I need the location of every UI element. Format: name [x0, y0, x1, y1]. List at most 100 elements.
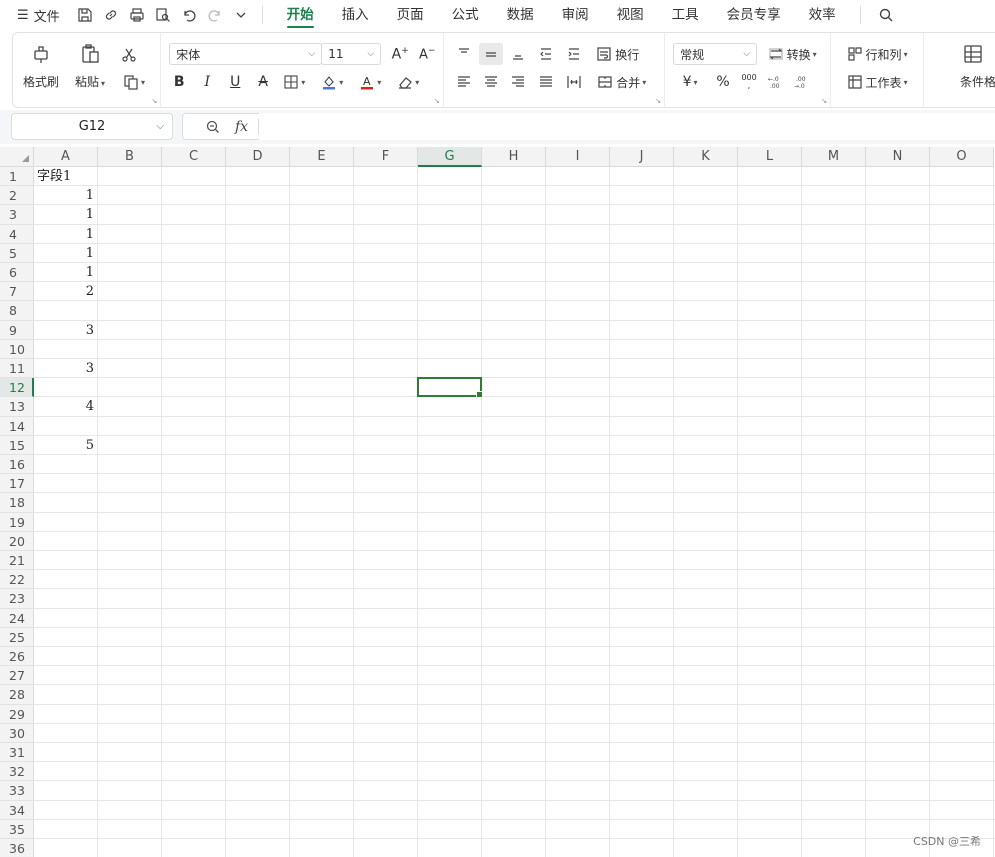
tab-insert[interactable]: 插入 — [328, 0, 383, 30]
distributed-align-button[interactable] — [562, 71, 586, 93]
column-header-f[interactable]: F — [354, 147, 418, 167]
rows-columns-button[interactable]: 行和列 ▾ — [839, 43, 915, 65]
conditional-format-button[interactable]: 条件格式▾ — [932, 43, 995, 90]
currency-button[interactable]: ¥ ▾ — [673, 71, 707, 93]
column-header-n[interactable]: N — [866, 147, 930, 167]
tab-home[interactable]: 开始 — [273, 0, 328, 30]
thousands-separator-button[interactable]: 000, — [737, 71, 761, 93]
row-header-35[interactable]: 35 — [0, 819, 34, 839]
row-header-26[interactable]: 26 — [0, 647, 34, 667]
row-header-18[interactable]: 18 — [0, 493, 34, 513]
borders-button[interactable]: ▾ — [277, 71, 311, 93]
decrease-font-button[interactable]: A− — [414, 43, 440, 65]
tab-view[interactable]: 视图 — [603, 0, 658, 30]
row-header-21[interactable]: 21 — [0, 551, 34, 571]
increase-font-button[interactable]: A+ — [387, 43, 413, 65]
format-painter-button[interactable]: 格式刷 — [23, 43, 59, 90]
font-color-button[interactable]: A ▾ — [353, 71, 387, 93]
cell-a9[interactable]: 3 — [34, 321, 98, 340]
cell-a4[interactable]: 1 — [34, 225, 98, 244]
row-header-12[interactable]: 12 — [0, 378, 34, 398]
row-header-11[interactable]: 11 — [0, 359, 34, 379]
cell-area[interactable]: 字段1 1 1 1 1 1 2 3 3 4 5 — [34, 167, 995, 857]
fill-handle[interactable] — [476, 391, 483, 399]
merge-button[interactable]: 合并 ▾ — [590, 71, 654, 93]
cell-a2[interactable]: 1 — [34, 186, 98, 205]
tab-review[interactable]: 审阅 — [548, 0, 603, 30]
column-header-a[interactable]: A — [34, 147, 98, 167]
align-right-button[interactable] — [506, 71, 530, 93]
row-header-6[interactable]: 6 — [0, 263, 34, 283]
row-header-28[interactable]: 28 — [0, 685, 34, 705]
increase-indent-button[interactable] — [562, 43, 586, 65]
tab-data[interactable]: 数据 — [493, 0, 548, 30]
row-header-32[interactable]: 32 — [0, 762, 34, 782]
save-icon[interactable] — [74, 4, 96, 26]
print-icon[interactable] — [126, 4, 148, 26]
row-header-2[interactable]: 2 — [0, 186, 34, 206]
column-header-b[interactable]: B — [98, 147, 162, 167]
quick-access-more-icon[interactable] — [230, 4, 252, 26]
cell-a15[interactable]: 5 — [34, 436, 98, 455]
row-header-30[interactable]: 30 — [0, 723, 34, 743]
column-header-k[interactable]: K — [674, 147, 738, 167]
print-preview-icon[interactable] — [152, 4, 174, 26]
cell-a5[interactable]: 1 — [34, 244, 98, 263]
row-header-36[interactable]: 36 — [0, 839, 34, 857]
chevron-down-icon[interactable]: ⌵ — [156, 121, 164, 132]
row-header-15[interactable]: 15 — [0, 435, 34, 455]
row-header-31[interactable]: 31 — [0, 743, 34, 763]
dialog-launcher-icon[interactable]: ↘ — [151, 97, 157, 105]
font-size-select[interactable]: 11 ⌵ — [321, 43, 382, 65]
file-menu-button[interactable]: ☰ 文件 — [17, 6, 60, 25]
row-header-9[interactable]: 9 — [0, 320, 34, 340]
zoom-icon[interactable] — [205, 119, 221, 135]
decrease-indent-button[interactable] — [534, 43, 558, 65]
row-header-29[interactable]: 29 — [0, 704, 34, 724]
name-box[interactable]: G12 ⌵ — [11, 113, 173, 140]
row-header-34[interactable]: 34 — [0, 800, 34, 820]
increase-decimal-button[interactable]: ←.0.00 — [763, 71, 787, 93]
row-header-5[interactable]: 5 — [0, 243, 34, 263]
justify-button[interactable] — [534, 71, 558, 93]
dialog-launcher-icon[interactable]: ↘ — [434, 97, 440, 105]
row-header-17[interactable]: 17 — [0, 474, 34, 494]
percent-button[interactable]: % — [711, 71, 735, 93]
column-header-o[interactable]: O — [930, 147, 994, 167]
row-header-8[interactable]: 8 — [0, 301, 34, 321]
align-left-button[interactable] — [452, 71, 476, 93]
insert-function-icon[interactable]: fx — [235, 119, 248, 135]
number-format-select[interactable]: 常规 ⌵ — [673, 43, 758, 65]
column-header-g[interactable]: G — [418, 147, 482, 167]
row-header-19[interactable]: 19 — [0, 512, 34, 532]
undo-icon[interactable] — [178, 4, 200, 26]
align-center-button[interactable] — [479, 71, 503, 93]
column-header-h[interactable]: H — [482, 147, 546, 167]
column-header-c[interactable]: C — [162, 147, 226, 167]
row-header-27[interactable]: 27 — [0, 666, 34, 686]
cell-a3[interactable]: 1 — [34, 205, 98, 224]
cell-a1[interactable]: 字段1 — [34, 167, 101, 186]
bold-button[interactable]: B — [167, 71, 191, 93]
formula-input[interactable] — [259, 113, 995, 140]
row-header-20[interactable]: 20 — [0, 531, 34, 551]
row-header-24[interactable]: 24 — [0, 608, 34, 628]
column-header-j[interactable]: J — [610, 147, 674, 167]
clear-format-button[interactable]: ▾ — [391, 71, 425, 93]
row-header-1[interactable]: 1 — [0, 167, 34, 187]
cell-a11[interactable]: 3 — [34, 359, 98, 378]
align-top-button[interactable] — [452, 43, 476, 65]
align-middle-button[interactable] — [478, 43, 503, 65]
underline-button[interactable]: U — [223, 71, 247, 93]
row-header-10[interactable]: 10 — [0, 339, 34, 359]
column-header-d[interactable]: D — [226, 147, 290, 167]
row-header-23[interactable]: 23 — [0, 589, 34, 609]
font-name-select[interactable]: 宋体 ⌵ — [169, 43, 323, 65]
row-header-4[interactable]: 4 — [0, 224, 34, 244]
row-header-7[interactable]: 7 — [0, 282, 34, 302]
convert-button[interactable]: 转换 ▾ — [761, 43, 823, 65]
copy-button[interactable]: ▾ — [117, 71, 151, 93]
fill-color-button[interactable]: ▾ — [315, 71, 349, 93]
search-icon[interactable] — [875, 4, 897, 26]
row-header-14[interactable]: 14 — [0, 416, 34, 436]
